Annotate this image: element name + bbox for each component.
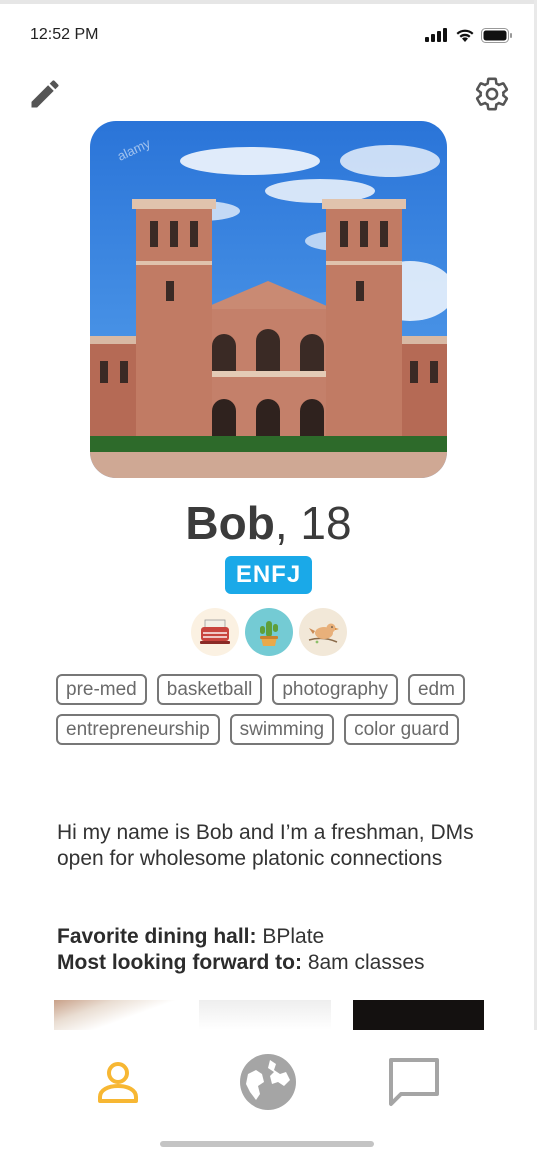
battery-icon	[481, 27, 512, 43]
interest-tag[interactable]: basketball	[156, 674, 263, 705]
tab-explore[interactable]	[238, 1052, 298, 1112]
photo-thumbnail[interactable]	[54, 1000, 177, 1030]
interest-tag[interactable]: photography	[272, 674, 398, 705]
top-actions	[24, 72, 513, 116]
bird-icon	[308, 623, 339, 644]
bird-badge[interactable]	[298, 608, 347, 656]
interest-tag[interactable]: pre-med	[56, 674, 147, 705]
typewriter-icon	[199, 619, 230, 644]
photo-thumbnail[interactable]	[353, 1000, 484, 1030]
fact-value: 8am classes	[307, 951, 425, 974]
status-time: 12:52 PM	[30, 26, 99, 43]
interest-tag[interactable]: edm	[407, 674, 465, 705]
status-icons	[425, 27, 513, 43]
photo-thumbnail[interactable]	[198, 1000, 332, 1030]
badge-row	[0, 608, 537, 656]
cellular-signal-icon	[425, 28, 447, 42]
person-icon	[98, 1062, 138, 1103]
tab-profile[interactable]	[88, 1052, 148, 1112]
fact-label: Favorite dining hall:	[57, 925, 257, 948]
chat-bubble-icon	[389, 1058, 439, 1106]
typewriter-badge[interactable]	[190, 608, 239, 656]
profile-bio: Hi my name is Bob and I’m a freshman, DM…	[57, 821, 474, 870]
royce-hall-photo: alamy	[90, 121, 447, 478]
gear-icon	[475, 77, 509, 111]
cactus-badge[interactable]	[244, 608, 293, 656]
fact-row: Favorite dining hall: BPlate	[57, 924, 497, 950]
interest-tag[interactable]: swimming	[229, 714, 335, 745]
fact-label: Most looking forward to:	[57, 951, 302, 974]
fact-row: Most looking forward to: 8am classes	[57, 950, 497, 976]
fact-value: BPlate	[262, 925, 325, 948]
wifi-icon	[456, 29, 474, 42]
interest-tag[interactable]: color guard	[344, 714, 460, 745]
name-age-heading: Bob, 18	[0, 496, 537, 550]
cactus-icon	[259, 621, 278, 646]
tab-messages[interactable]	[384, 1052, 444, 1112]
interest-tag[interactable]: entrepreneurship	[56, 714, 220, 745]
home-indicator[interactable]	[160, 1141, 374, 1147]
interest-tags: pre-med basketball photography edm entre…	[56, 674, 496, 745]
profile-photo[interactable]: alamy	[90, 121, 447, 478]
photo-thumbnails	[54, 1000, 484, 1030]
personality-type-badge: ENFJ	[224, 556, 313, 594]
edit-profile-button[interactable]	[24, 73, 66, 115]
top-divider	[0, 0, 537, 4]
settings-button[interactable]	[471, 73, 513, 115]
status-bar: 12:52 PM	[30, 22, 513, 48]
profile-age: , 18	[274, 497, 352, 549]
pencil-icon	[31, 80, 59, 108]
personality-type-wrap: ENFJ	[0, 556, 537, 594]
globe-icon	[240, 1054, 296, 1110]
profile-facts: Favorite dining hall: BPlate Most lookin…	[57, 924, 497, 976]
profile-name: Bob	[185, 497, 275, 549]
